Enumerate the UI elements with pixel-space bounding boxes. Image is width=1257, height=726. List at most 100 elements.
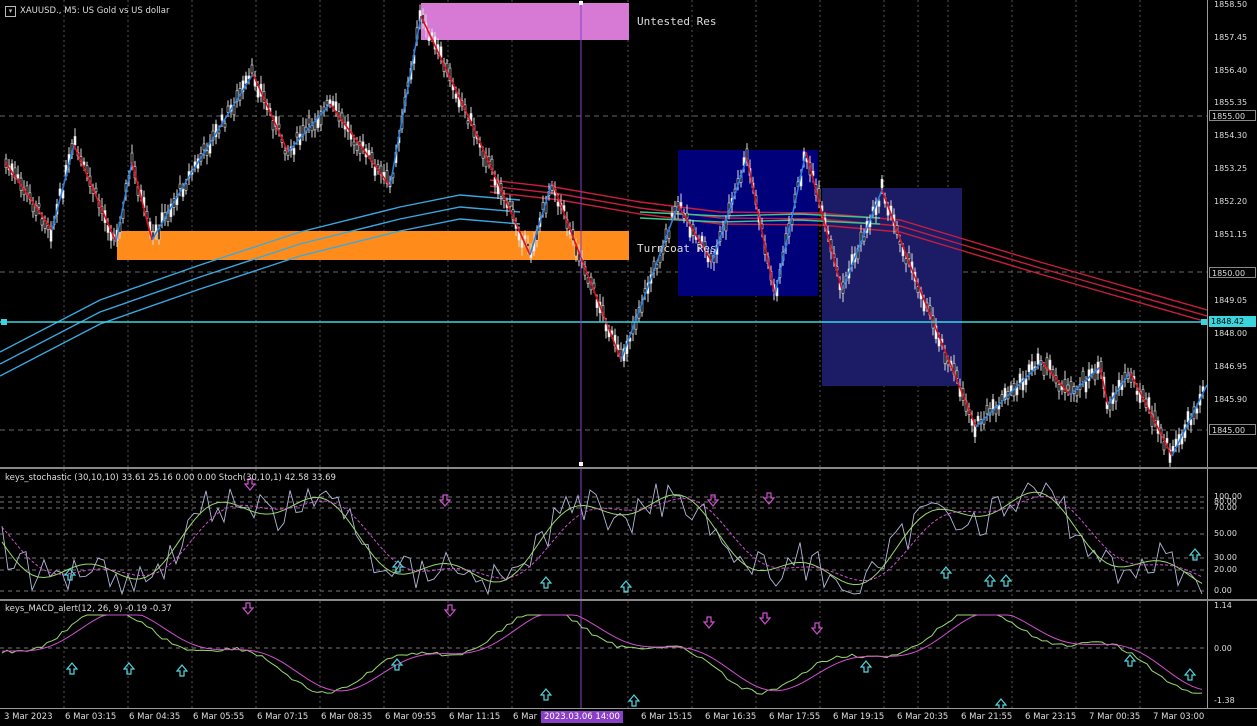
candle-body xyxy=(880,178,884,188)
time-label: 6 Mar 03:15 xyxy=(65,712,117,722)
candle-body xyxy=(1165,438,1169,443)
chart-expand-icon[interactable]: ▾ xyxy=(5,6,16,17)
candle-body xyxy=(1195,408,1199,414)
candle-body xyxy=(40,218,44,226)
price-axis[interactable]: 1858.50 1857.45 1856.40 1855.35 1854.30 … xyxy=(1207,0,1257,467)
candle-body xyxy=(1135,390,1139,395)
zigzag-segment xyxy=(579,254,622,361)
candle-body xyxy=(1087,369,1091,382)
time-label: 6 Mar 19:15 xyxy=(833,712,885,722)
candle-body xyxy=(904,258,908,265)
candle-body xyxy=(334,101,338,112)
buy-arrow-icon xyxy=(994,698,1008,708)
time-axis[interactable]: 3 Mar 2023 6 Mar 03:15 6 Mar 04:35 6 Mar… xyxy=(0,708,1257,726)
price-label: 1855.35 xyxy=(1214,98,1248,107)
candle-body xyxy=(604,324,608,332)
zigzag-segment xyxy=(186,73,254,181)
macd-level-label: -1.38 xyxy=(1214,696,1235,705)
candle-body xyxy=(1057,384,1061,392)
sell-arrow-icon xyxy=(241,602,255,615)
time-label: 6 Mar 05:55 xyxy=(193,712,245,722)
candle-body xyxy=(325,100,329,106)
stoch-main-line xyxy=(1,491,1203,586)
moving-average-line xyxy=(0,206,521,365)
stochastic-chart[interactable] xyxy=(0,469,1207,599)
turncoat-res-label: Turncoat Res xyxy=(637,242,717,255)
time-label: 7 Mar 03:00 xyxy=(1153,712,1205,722)
candle-body xyxy=(292,148,296,155)
candle-body xyxy=(1075,389,1079,396)
buy-arrow-icon xyxy=(999,574,1013,587)
sell-arrow-icon xyxy=(702,616,716,629)
macd-chart[interactable] xyxy=(0,601,1207,708)
macd-axis[interactable]: 1.14 0.00 -1.38 xyxy=(1207,601,1257,708)
moving-average-line xyxy=(0,194,521,353)
candle-body xyxy=(991,399,995,410)
buy-arrow-icon xyxy=(539,576,553,589)
stochastic-axis[interactable]: 100.00 80.00 70.00 50.00 30.00 20.00 0.0… xyxy=(1207,469,1257,599)
candle-body xyxy=(454,93,458,99)
time-label: 7 Mar 00:35 xyxy=(1089,712,1141,722)
price-label: 1854.30 xyxy=(1214,131,1248,140)
time-label: 6 Mar 21:55 xyxy=(961,712,1013,722)
candle-body xyxy=(307,117,311,125)
candle-body xyxy=(223,122,227,128)
candle-body xyxy=(49,228,53,242)
sell-arrow-icon xyxy=(443,604,457,617)
candle-body xyxy=(877,200,881,207)
candle-body xyxy=(181,188,185,197)
zigzag-segment xyxy=(73,144,117,243)
buy-arrow-icon xyxy=(627,694,641,707)
candle-body xyxy=(226,105,230,113)
price-label: 1852.20 xyxy=(1214,197,1248,206)
candle-body xyxy=(355,144,359,151)
candle-body xyxy=(427,37,431,41)
candle-body xyxy=(523,235,527,240)
candle-body xyxy=(244,75,248,84)
sell-arrow-icon xyxy=(758,612,772,625)
crosshair-handle xyxy=(579,1,583,5)
buy-arrow-icon xyxy=(619,580,633,593)
candle-body xyxy=(1009,385,1013,392)
candle-body xyxy=(1036,353,1040,365)
price-chart-pane[interactable]: XAUUSD., M5: US Gold vs US dollar ▾ Unte… xyxy=(0,0,1207,467)
stochastic-pane[interactable]: keys_stochastic (30,10,10) 33.61 25.16 0… xyxy=(0,469,1207,599)
stochastic-title: keys_stochastic (30,10,10) 33.61 25.16 0… xyxy=(5,473,336,483)
price-label: 1846.95 xyxy=(1214,362,1248,371)
zigzag-segment xyxy=(252,73,289,153)
price-label: 1849.05 xyxy=(1214,296,1248,305)
time-label: 6 Mar 08:35 xyxy=(321,712,373,722)
stoch-level-label: 0.00 xyxy=(1214,586,1232,595)
candle-body xyxy=(466,120,470,125)
macd-pane[interactable]: keys_MACD_alert(12, 26, 9) -0.19 -0.37 xyxy=(0,601,1207,708)
candle-body xyxy=(205,150,209,156)
zigzag-segment xyxy=(115,161,133,243)
candle-body xyxy=(1066,384,1070,391)
time-label: 6 Mar 04:35 xyxy=(129,712,181,722)
current-price-handle xyxy=(1,319,7,325)
candle-body xyxy=(82,161,86,166)
buy-arrow-icon xyxy=(1183,668,1197,681)
candle-body xyxy=(373,166,377,176)
candle-body xyxy=(184,183,188,191)
price-level-box: 1845.00 xyxy=(1209,424,1256,435)
candle-body xyxy=(985,405,989,415)
zigzag-segment xyxy=(1129,371,1173,457)
candle-body xyxy=(1018,373,1022,384)
candle-body xyxy=(1084,381,1088,393)
current-price-box: 1848.42 xyxy=(1209,316,1256,327)
zigzag-segment xyxy=(131,161,153,241)
price-label: 1857.45 xyxy=(1214,33,1248,42)
stoch-level-label: 20.00 xyxy=(1214,565,1237,574)
candle-body xyxy=(37,203,41,208)
macd-level-label: 1.14 xyxy=(1214,601,1232,610)
time-label: 3 Mar 2023 xyxy=(4,712,53,722)
candle-body xyxy=(1030,361,1034,370)
candle-body xyxy=(220,114,224,121)
price-chart[interactable] xyxy=(0,0,1207,467)
time-label: 6 Mar 23:15 xyxy=(1025,712,1077,722)
macd-main-line xyxy=(1,614,1203,695)
candle-body xyxy=(619,348,623,358)
buy-arrow-icon xyxy=(539,688,553,701)
crosshair-time-label: 2023.03.06 14:00 xyxy=(541,711,623,723)
